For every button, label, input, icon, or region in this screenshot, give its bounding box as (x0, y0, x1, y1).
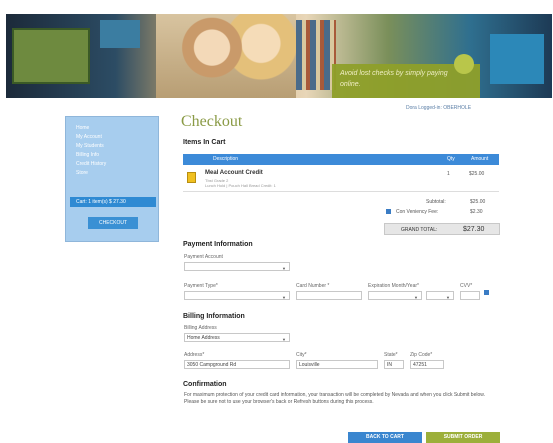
zip-value: 47251 (413, 362, 427, 368)
payment-account-select[interactable]: ▼ (184, 262, 290, 271)
address-label: Address* (184, 352, 205, 358)
exp-month-select[interactable]: ▼ (368, 291, 422, 300)
address-field[interactable]: 3050 Campground Rd (184, 360, 290, 369)
fee-checkbox[interactable] (386, 209, 391, 214)
banner-bookshelf (296, 20, 336, 90)
address-value: 3050 Campground Rd (187, 362, 237, 368)
zip-label: Zip Code* (410, 352, 433, 358)
sidebar-item-store[interactable]: Store (76, 170, 88, 176)
billing-address-select-label: Billing Address (184, 325, 217, 331)
payment-account-label: Payment Account (184, 254, 223, 260)
col-amount: Amount (471, 156, 489, 162)
state-label: State* (384, 352, 398, 358)
card-type-label: Payment Type* (184, 283, 218, 289)
state-field[interactable]: IN (384, 360, 404, 369)
item-name: Meal Account Credit (205, 170, 263, 176)
item-detail-2: Lunch Hold | Pouch Hall Bread Credit: 1 (205, 183, 276, 188)
confirmation-text: For maximum protection of your credit ca… (184, 392, 485, 405)
state-value: IN (387, 362, 392, 368)
help-icon[interactable] (484, 290, 489, 295)
banner-circle-icon (454, 54, 474, 74)
billing-heading: Billing Information (183, 313, 245, 320)
banner-tile-green (12, 28, 90, 84)
card-number-field[interactable] (296, 291, 362, 300)
sidebar: Home My Account My Students Billing Info… (65, 116, 159, 242)
meal-credit-icon (187, 172, 196, 183)
sidebar-item-cart[interactable]: Cart: 1 item(s) $ 27.30 (70, 197, 156, 207)
sidebar-item-my-students[interactable]: My Students (76, 143, 104, 149)
col-description: Description (213, 156, 239, 162)
zip-field[interactable]: 47251 (410, 360, 444, 369)
subtotal-label: Subtotal: (426, 199, 446, 205)
page-title: Checkout (181, 113, 243, 130)
confirmation-heading: Confirmation (183, 381, 227, 388)
col-qty: Qty (447, 156, 455, 162)
subtotal-value: $25.00 (470, 199, 486, 205)
fee-label: Con Veniency Fee: (396, 209, 439, 215)
card-number-label: Card Number * (296, 283, 330, 289)
fee-value: $2.30 (470, 209, 483, 215)
items-heading: Items In Cart (183, 139, 226, 146)
payment-heading: Payment Information (183, 241, 253, 248)
header-banner: Avoid lost checks by simply paying onlin… (6, 14, 552, 98)
city-value: Louisville (299, 362, 320, 368)
sidebar-checkout-button[interactable]: CHECKOUT (88, 217, 138, 229)
grand-total-label: GRAND TOTAL: (401, 227, 438, 233)
exp-year-select[interactable]: ▼ (426, 291, 454, 300)
item-qty: 1 (447, 171, 450, 177)
sidebar-item-my-account[interactable]: My Account (76, 134, 102, 140)
sidebar-item-cart-label: Cart: 1 item(s) $ 27.30 (76, 199, 126, 205)
chevron-down-icon: ▼ (282, 337, 286, 342)
item-amount: $25.00 (469, 171, 485, 177)
city-label: City* (296, 352, 307, 358)
chevron-down-icon: ▼ (282, 295, 286, 300)
grand-total-value: $27.30 (463, 226, 485, 233)
banner-tagline: Avoid lost checks by simply paying onlin… (340, 70, 448, 88)
chevron-down-icon: ▼ (414, 295, 418, 300)
card-type-select[interactable]: ▼ (184, 291, 290, 300)
cart-table-header: Description Qty Amount (183, 154, 499, 165)
banner-photo (156, 14, 296, 98)
sidebar-item-home[interactable]: Home (76, 125, 89, 131)
city-field[interactable]: Louisville (296, 360, 378, 369)
table-row: Meal Account Credit Tbst Grade 2 Lunch H… (183, 168, 499, 192)
sidebar-item-billing-info[interactable]: Billing Info (76, 152, 99, 158)
sidebar-item-credit-history[interactable]: Credit History (76, 161, 106, 167)
cvv-label: CVV* (460, 283, 473, 289)
grand-total: GRAND TOTAL: $27.30 (384, 223, 500, 235)
banner-tile-right (490, 34, 544, 84)
cvv-field[interactable] (460, 291, 480, 300)
chevron-down-icon: ▼ (446, 295, 450, 300)
banner-tile-blue (100, 20, 140, 48)
chevron-down-icon: ▼ (282, 266, 286, 271)
billing-address-select-value: Home Address (187, 335, 220, 341)
expiration-label: Expiration Month/Year* (368, 283, 419, 289)
logged-in-user[interactable]: Dora Logged-in: OBERHOLE (406, 105, 471, 111)
billing-address-select[interactable]: Home Address ▼ (184, 333, 290, 342)
back-to-cart-button[interactable]: BACK TO CART (348, 432, 422, 443)
submit-order-button[interactable]: SUBMIT ORDER (426, 432, 500, 443)
checkout-page: Avoid lost checks by simply paying onlin… (0, 0, 553, 443)
